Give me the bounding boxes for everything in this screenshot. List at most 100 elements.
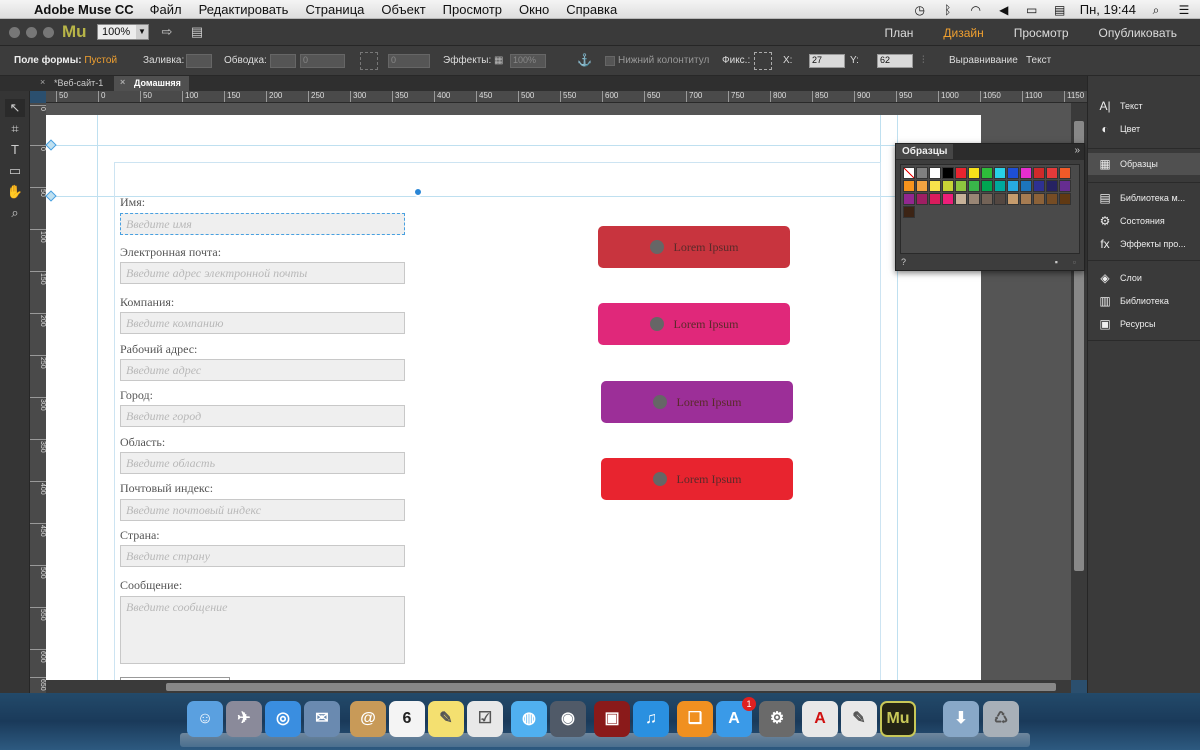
document-icon[interactable]: ✎ [841,701,877,737]
time-machine-icon[interactable]: ◷ [912,4,928,16]
close-tab-icon[interactable]: × [40,77,45,87]
color-swatch[interactable] [942,193,954,205]
company-input[interactable]: Введите компанию [120,312,405,334]
panel-menu-icon[interactable]: » [1074,145,1080,156]
color-swatch[interactable] [916,193,928,205]
options-handle-icon[interactable] [413,187,423,197]
tab-home-page[interactable]: × Домашняя [114,76,189,91]
x-input[interactable]: 27 [809,54,845,68]
horizontal-scrollbar[interactable] [46,680,1071,693]
tab-website[interactable]: × *Веб-сайт-1 [34,76,111,91]
color-swatch[interactable] [1059,180,1071,192]
color-swatch[interactable] [929,180,941,192]
color-swatch[interactable] [929,193,941,205]
messages-icon[interactable]: ◍ [511,701,547,737]
form-field-option[interactable]: Поле формы: Пустой [14,55,117,66]
page-artboard[interactable]: Имя: Введите имя Электронная почта: Введ… [46,115,981,680]
color-swatch[interactable] [1059,193,1071,205]
crop-tool-icon[interactable]: ⌗ [5,120,25,138]
help-icon[interactable]: ? [901,257,906,267]
color-swatch[interactable] [994,180,1006,192]
app-menu[interactable]: Adobe Muse CC [34,2,134,17]
reminders-icon[interactable]: ☑ [467,701,503,737]
y-input[interactable]: 62 [877,54,913,68]
menu-window[interactable]: Окно [519,2,549,17]
opacity-input[interactable]: 100% [510,54,546,68]
color-swatch[interactable] [1020,180,1032,192]
swatches-tab[interactable]: Образцы [896,144,954,159]
scroll-thumb[interactable] [166,683,1056,691]
tab-preview[interactable]: Просмотр [999,26,1084,40]
trash-icon[interactable]: ▫ [1073,257,1076,267]
minimize-window-icon[interactable] [26,27,37,38]
color-swatch[interactable] [916,167,928,179]
rectangle-tool-icon[interactable]: ▭ [5,162,25,180]
color-swatch[interactable] [994,193,1006,205]
fill-swatch[interactable] [186,54,212,68]
panel-states[interactable]: ⚙ Состояния [1088,210,1200,232]
lorem-button-pink[interactable]: Lorem Ipsum [598,303,790,345]
color-swatch[interactable] [968,167,980,179]
footer-checkbox[interactable] [605,56,615,66]
clock[interactable]: Пн, 19:44 [1080,2,1136,17]
color-swatch[interactable] [1020,193,1032,205]
menu-view[interactable]: Просмотр [443,2,502,17]
muse-dock-icon[interactable]: Mu [880,701,916,737]
color-swatch[interactable] [968,180,980,192]
color-swatch[interactable] [1033,193,1045,205]
close-tab-icon[interactable]: × [120,77,125,87]
name-input[interactable]: Введите имя [120,213,405,235]
acrobat-icon[interactable]: A [802,701,838,737]
panel-effects[interactable]: fx Эффекты про... [1088,233,1200,255]
email-input[interactable]: Введите адрес электронной почты [120,262,405,284]
itunes-icon[interactable]: ♫ [633,701,669,737]
anchor-icon[interactable]: ⚓ [577,53,592,67]
color-swatch[interactable] [955,167,967,179]
calendar-icon[interactable]: 6 [389,701,425,737]
safari-icon[interactable]: ◎ [265,701,301,737]
color-swatch[interactable] [981,180,993,192]
color-swatch[interactable] [903,206,915,218]
downloads-folder-icon[interactable]: ⬇ [943,701,979,737]
bluetooth-icon[interactable]: ᛒ [940,4,956,16]
launchpad-icon[interactable]: ✈ [226,701,262,737]
color-swatch[interactable] [1046,167,1058,179]
zoom-select[interactable]: 100% ▼ [97,24,149,40]
city-input[interactable]: Введите город [120,405,405,427]
stroke-position-icon[interactable] [360,52,378,70]
stroke-swatch[interactable] [270,54,296,68]
panel-color[interactable]: ◐ Цвет [1088,118,1200,140]
color-swatch[interactable] [1007,180,1019,192]
color-swatch[interactable] [1007,167,1019,179]
spotlight-icon[interactable]: ⌕ [1148,4,1164,16]
lorem-button-bright-red[interactable]: Lorem Ipsum [601,458,793,500]
panel-layers[interactable]: ◈ Слои [1088,267,1200,289]
new-swatch-icon[interactable]: ▪ [1055,257,1058,267]
form-field-value[interactable]: Пустой [84,55,117,66]
stroke-label[interactable]: Обводка: [224,55,267,66]
fill-label[interactable]: Заливка: [143,55,184,66]
volume-icon[interactable]: ◀ [996,4,1012,16]
finder-icon[interactable]: ☺ [187,701,223,737]
contacts-icon[interactable]: @ [350,701,386,737]
battery-icon[interactable]: ▭ [1024,4,1040,16]
menu-page[interactable]: Страница [305,2,364,17]
color-swatch[interactable] [968,193,980,205]
message-textarea[interactable]: Введите сообщение [120,596,405,664]
facetime-icon[interactable]: ◉ [550,701,586,737]
color-swatch[interactable] [1007,193,1019,205]
lorem-button-red[interactable]: Lorem Ipsum [598,226,790,268]
panel-swatches[interactable]: ▦ Образцы [1088,153,1200,175]
color-swatch[interactable] [1020,167,1032,179]
menu-file[interactable]: Файл [150,2,182,17]
none-swatch[interactable] [903,167,915,179]
text-link[interactable]: Текст [1026,55,1051,66]
notifications-icon[interactable]: ☰ [1176,4,1192,16]
color-swatch[interactable] [1033,180,1045,192]
color-swatch[interactable] [903,193,915,205]
trash-dock-icon[interactable]: ♺ [983,701,1019,737]
panel-widgets-library[interactable]: ▤ Библиотека м... [1088,187,1200,209]
stroke-width-input[interactable]: 0 [300,54,345,68]
photo-booth-icon[interactable]: ▣ [594,701,630,737]
place-icon[interactable]: ⇨ [156,24,178,40]
